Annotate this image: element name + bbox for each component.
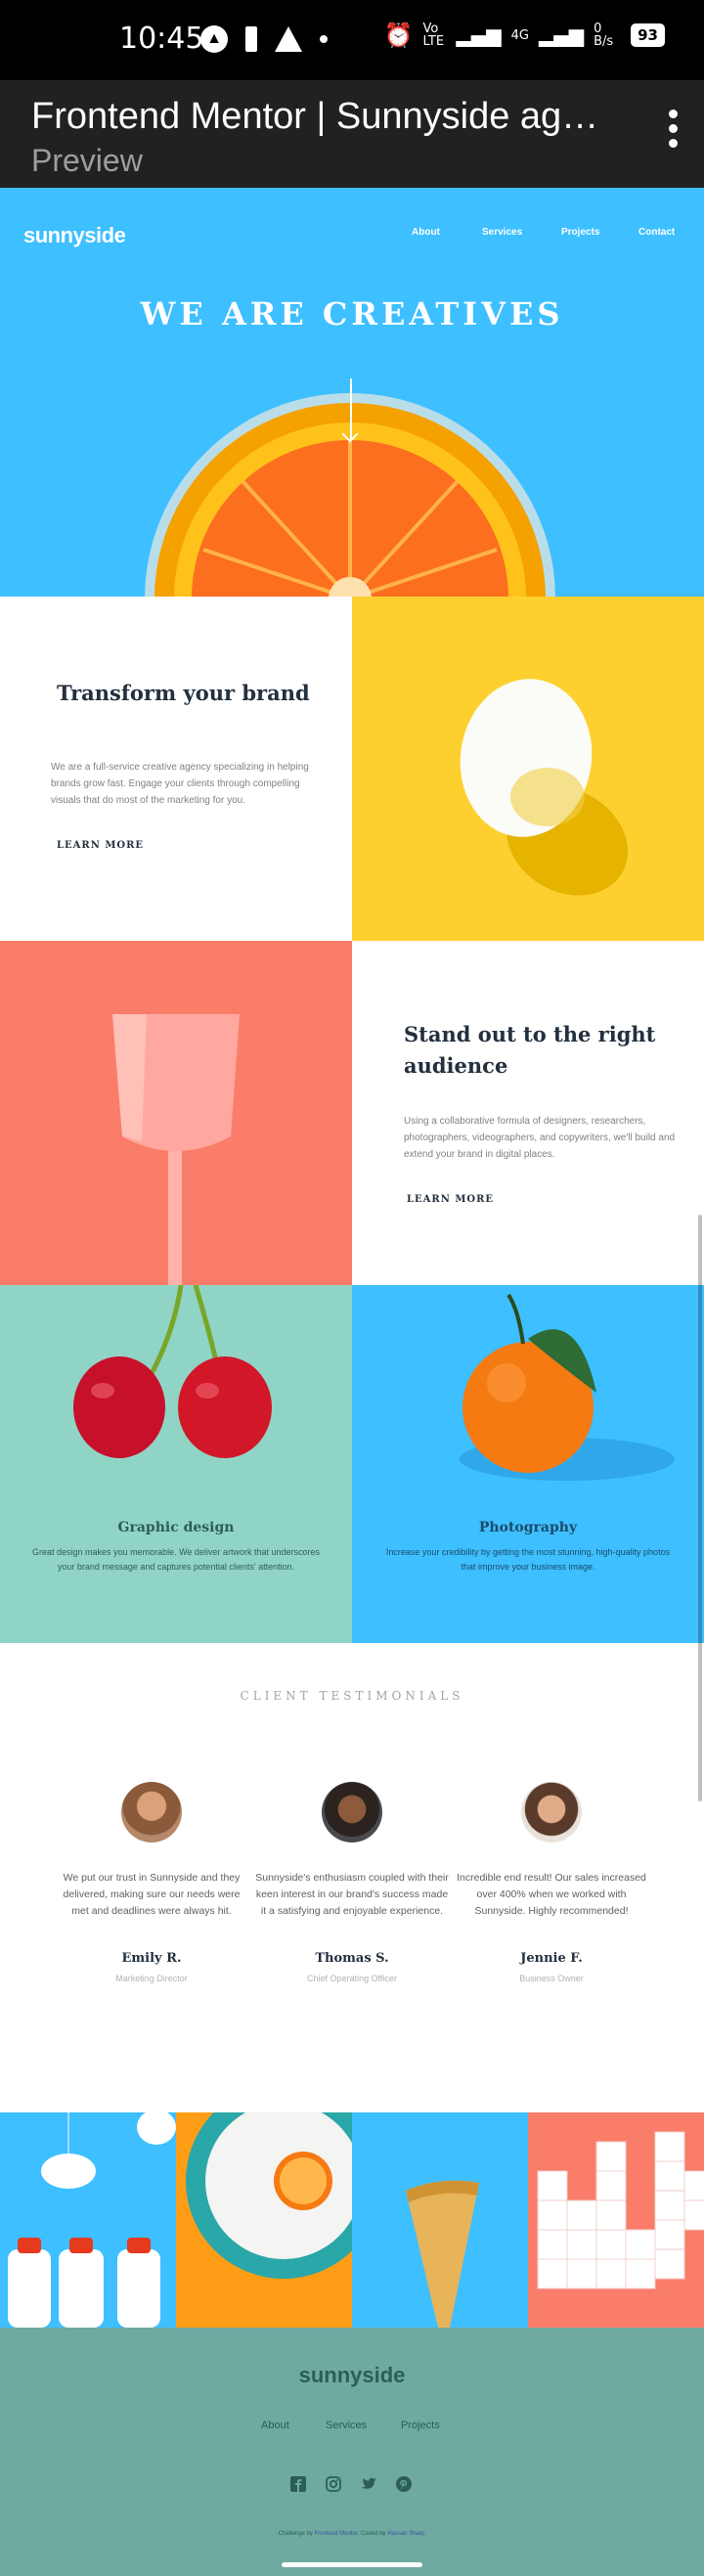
battery-level: 93 <box>631 23 665 47</box>
nav-projects[interactable]: Projects <box>561 227 599 238</box>
data-rate-label: 0 B/s <box>594 22 614 49</box>
status-time: 10:45 <box>119 22 204 56</box>
service-graphic-design: Graphic design Great design makes you me… <box>0 1285 352 1643</box>
testimonial-role: Chief Operating Officer <box>307 1974 397 1983</box>
site-logo[interactable]: sunnyside <box>23 223 126 248</box>
facebook-icon[interactable] <box>290 2476 306 2492</box>
testimonial-card: We put our trust in Sunnyside and they d… <box>54 1782 249 1983</box>
feature-standout: Stand out to the right audience Using a … <box>352 941 704 1285</box>
credit-prefix: Challenge by <box>278 2531 313 2537</box>
cherries-image <box>73 1285 272 1458</box>
service-photography: Photography Increase your credibility by… <box>352 1285 704 1643</box>
avatar <box>322 1782 382 1843</box>
hero-section: sunnyside About Services Projects Contac… <box>0 188 704 597</box>
page-scrollbar[interactable] <box>698 1215 702 1801</box>
testimonial-quote: Incredible end result! Our sales increas… <box>457 1872 646 1917</box>
testimonial-card: Incredible end result! Our sales increas… <box>454 1782 649 1983</box>
feature-transform: Transform your brand We are a full-servi… <box>0 597 352 941</box>
scroll-down-arrow-icon[interactable] <box>350 378 352 439</box>
feature-text: We are a full-service creative agency sp… <box>51 762 309 806</box>
gallery-ice-cream-cone-image <box>352 2112 528 2328</box>
testimonial-quote: We put our trust in Sunnyside and they d… <box>63 1872 241 1917</box>
pinterest-icon[interactable] <box>396 2476 412 2492</box>
footer: sunnyside About Services Projects Challe… <box>0 2328 704 2576</box>
service-title: Graphic design <box>117 1520 235 1535</box>
more-notifications-icon <box>320 35 328 43</box>
testimonial-quote: Sunnyside's enthusiasm coupled with thei… <box>255 1872 449 1917</box>
testimonial-card: Sunnyside's enthusiasm coupled with thei… <box>254 1782 450 1983</box>
notification-app-icon: ▲ <box>200 25 228 53</box>
gesture-home-bar[interactable] <box>282 2562 422 2567</box>
instagram-icon[interactable] <box>326 2476 341 2492</box>
gallery-milk-bottles-image <box>0 2112 176 2328</box>
learn-more-link[interactable]: LEARN MORE <box>55 840 147 851</box>
service-text: Increase your credibility by getting the… <box>385 1547 671 1572</box>
service-text: Great design makes you memorable. We del… <box>32 1547 320 1572</box>
credit-link-author[interactable]: Hassan Shaiq <box>387 2531 423 2537</box>
network-label: Vo LTE <box>422 22 445 49</box>
egg-image <box>352 597 704 941</box>
hero-title: WE ARE CREATIVES <box>140 295 564 333</box>
testimonial-name: Thomas S. <box>315 1951 389 1966</box>
footer-nav-projects[interactable]: Projects <box>401 2420 440 2431</box>
page-subtitle: Preview <box>31 143 143 178</box>
warning-icon <box>275 26 302 52</box>
status-bar: 10:45 ▲ ⏰ Vo LTE ▂▄▆ 4G ▂▄▆ 0 B/s 93 <box>0 0 704 80</box>
learn-more-link[interactable]: LEARN MORE <box>405 1194 497 1205</box>
battery-saver-icon <box>245 26 257 52</box>
glass-image <box>0 941 352 1285</box>
service-title: Photography <box>478 1520 578 1535</box>
signal-icon-2: ▂▄▆ <box>538 23 585 47</box>
alarm-icon: ⏰ <box>383 22 414 49</box>
gallery-orange-plate-image <box>176 2112 352 2328</box>
nav-about[interactable]: About <box>412 227 440 238</box>
gallery-sugar-cubes-image <box>528 2112 704 2328</box>
footer-nav-about[interactable]: About <box>261 2420 289 2431</box>
feature-title: Transform your brand <box>57 681 310 705</box>
signal-icon: ▂▄▆ <box>456 23 502 47</box>
footer-credit: Challenge by Frontend Mentor. Coded by H… <box>278 2531 426 2537</box>
nav-contact[interactable]: Contact <box>638 227 675 238</box>
testimonial-name: Emily R. <box>121 1951 182 1966</box>
page-title: Frontend Mentor | Sunnyside ag… <box>31 96 599 137</box>
overflow-menu-icon[interactable] <box>667 110 679 148</box>
testimonial-role: Business Owner <box>519 1974 584 1983</box>
web-content: sunnyside About Services Projects Contac… <box>0 188 704 2576</box>
avatar <box>521 1782 582 1843</box>
feature-title: Stand out to the right audience <box>404 1022 656 1078</box>
feature-text: Using a collaborative formula of designe… <box>404 1116 676 1160</box>
avatar <box>121 1782 182 1843</box>
credit-mid: Coded by <box>360 2531 386 2537</box>
footer-nav-services[interactable]: Services <box>326 2420 367 2431</box>
orange-image <box>460 1293 675 1481</box>
credit-link-frontend-mentor[interactable]: Frontend Mentor <box>314 2531 357 2537</box>
testimonial-role: Marketing Director <box>115 1974 188 1983</box>
signal-4g-label: 4G <box>510 27 529 43</box>
browser-title-bar: Frontend Mentor | Sunnyside ag… Preview <box>0 80 704 188</box>
twitter-icon[interactable] <box>361 2476 376 2492</box>
nav-services[interactable]: Services <box>482 227 522 238</box>
testimonials-title: CLIENT TESTIMONIALS <box>240 1689 464 1703</box>
footer-logo[interactable]: sunnyside <box>0 2363 704 2388</box>
testimonial-name: Jennie F. <box>520 1951 583 1966</box>
